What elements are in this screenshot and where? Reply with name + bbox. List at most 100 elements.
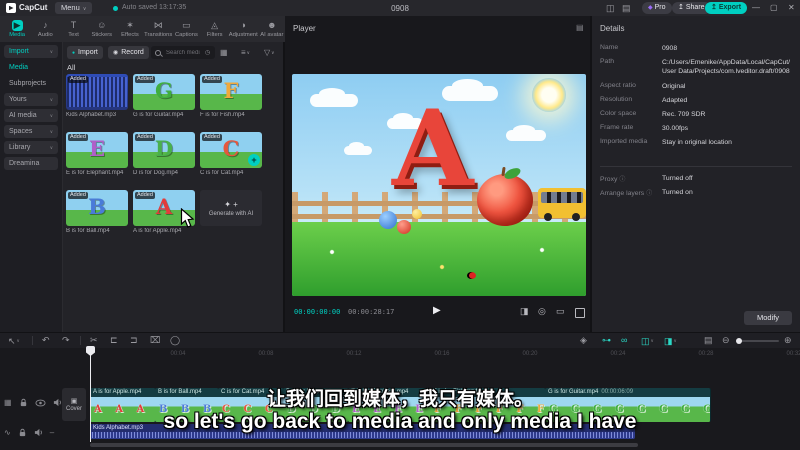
chevron-down-icon: ∨ xyxy=(49,48,53,54)
menu-button[interactable]: Menu ∨ xyxy=(55,2,93,14)
detail-label: Name xyxy=(600,44,619,51)
auto-ripple-icon[interactable]: ◨∨ xyxy=(664,335,677,347)
import-button[interactable]: ● Import xyxy=(67,46,103,59)
panel-layout-icon[interactable]: ▤ xyxy=(622,3,631,13)
tab-ai-avatar[interactable]: ☻ AI avatar xyxy=(258,16,286,42)
sidebar-item-spaces[interactable]: Spaces ∨ xyxy=(4,125,58,138)
slider-knob[interactable] xyxy=(736,338,742,344)
play-button[interactable]: ▶ xyxy=(433,305,441,316)
autosave-status: Auto saved 13:17:35 xyxy=(122,4,187,11)
media-item-name: F is for Fish.mp4 xyxy=(200,112,245,118)
detail-value: Turned on xyxy=(662,189,693,197)
record-button[interactable]: ◉ Record xyxy=(108,46,149,59)
red-ball xyxy=(397,220,411,234)
search-options-icon[interactable]: ◷ xyxy=(205,49,210,56)
subtitle-english: so let's go back to media and only media… xyxy=(163,410,637,433)
minimize-icon[interactable]: — xyxy=(752,3,760,12)
cloud xyxy=(506,125,546,141)
media-item-c-is-for-cat-mp4[interactable]: C Added + C is for Cat.mp4 xyxy=(200,132,262,176)
media-icon: ▶ xyxy=(11,20,23,31)
video-preview[interactable]: A xyxy=(292,74,586,296)
mirror-preview-icon[interactable]: ◨ xyxy=(520,306,529,317)
player-options-icon[interactable]: ▤ xyxy=(576,23,584,32)
tab-transitions[interactable]: ⋈ Transitions xyxy=(144,16,172,42)
detail-value: 0908 xyxy=(662,45,678,52)
media-item-g-is-for-guitar-mp4[interactable]: G Added G is for Guitar.mp4 xyxy=(133,74,195,118)
add-to-timeline-button[interactable]: + xyxy=(248,154,260,166)
media-item-f-is-for-fish-mp4[interactable]: F Added F is for Fish.mp4 xyxy=(200,74,262,118)
sidebar-item-dreamina[interactable]: Dreamina xyxy=(4,157,58,170)
tool-tabs-bar: ▶ Media ♪ Audio T Text ☺ Stickers ✶ Effects ⋈ Trans… xyxy=(0,16,289,42)
tab-effects[interactable]: ✶ Effects xyxy=(116,16,144,42)
undo-icon[interactable]: ↶ xyxy=(42,335,50,346)
sidebar-item-import[interactable]: Import ∨ xyxy=(4,45,58,58)
detail-value: Original xyxy=(662,82,686,90)
ratio-icon[interactable]: ▭ xyxy=(556,306,565,317)
filter-icon[interactable]: ▽∨ xyxy=(264,48,274,57)
voiceover-icon[interactable]: ◈ xyxy=(580,335,587,346)
tab-text[interactable]: T Text xyxy=(59,16,87,42)
chevron-down-icon: ∨ xyxy=(16,338,20,343)
delete-icon[interactable]: ⌧ xyxy=(150,335,160,346)
detail-label: Proxy ⓘ xyxy=(600,176,626,183)
video-thumbnail: B Added xyxy=(66,190,128,226)
snapshot-icon[interactable]: ◎ xyxy=(538,306,546,317)
tab-media[interactable]: ▶ Media xyxy=(3,16,31,42)
chevron-down-icon: ∨ xyxy=(271,50,275,55)
tab-captions[interactable]: ▭ Captions xyxy=(172,16,200,42)
cover-view-icon[interactable]: ▤ xyxy=(704,335,713,346)
text-icon: T xyxy=(70,20,77,30)
zoom-in-icon[interactable]: ⊕ xyxy=(784,335,792,346)
audio-icon: ♪ xyxy=(43,20,48,30)
media-item-e-is-for-elephant-mp4[interactable]: E Added E is for Elephant.mp4 xyxy=(66,132,128,176)
generate-with-ai-card[interactable]: ✦ + Generate with AI xyxy=(200,190,262,226)
generate-label: Generate with AI xyxy=(208,210,254,217)
close-icon[interactable]: ✕ xyxy=(788,3,795,12)
media-item-kids-alphabet-mp3[interactable]: Added Kids Alphabet.mp3 xyxy=(66,74,128,118)
layout-toggle-icon[interactable]: ◫ xyxy=(606,3,615,13)
ruler-tick: 00:12 xyxy=(346,351,362,357)
sidebar-item-ai-media[interactable]: AI media ∨ xyxy=(4,109,58,122)
added-badge: Added xyxy=(135,192,155,199)
cloud xyxy=(344,141,372,155)
sidebar-item-media[interactable]: Media xyxy=(4,61,58,74)
sparkle-plus-icon: ✦ + xyxy=(224,199,238,209)
grid-view-icon[interactable]: ▦ xyxy=(220,48,228,57)
search-box[interactable]: ◷ xyxy=(151,46,215,59)
timeline-zoom-slider[interactable] xyxy=(736,338,779,344)
sidebar-item-library[interactable]: Library ∨ xyxy=(4,141,58,154)
tab-adjustment[interactable]: ◑ Adjustment xyxy=(229,16,258,42)
preview-axis-icon[interactable]: ◫∨ xyxy=(641,335,654,347)
media-item-d-is-for-dog-mp4[interactable]: D Added D is for Dog.mp4 xyxy=(133,132,195,176)
pro-button[interactable]: ◆ Pro xyxy=(642,2,672,14)
magnetic-snap-icon[interactable]: ⊶ xyxy=(602,335,611,346)
search-input[interactable] xyxy=(164,48,202,57)
detail-row: Arrange layers ⓘ Turned on xyxy=(600,188,794,197)
tab-audio[interactable]: ♪ Audio xyxy=(31,16,59,42)
detail-row: Imported media Stay in original location xyxy=(600,138,794,147)
zoom-out-icon[interactable]: ⊖ xyxy=(722,335,730,346)
media-item-b-is-for-ball-mp4[interactable]: B Added B is for Ball.mp4 xyxy=(66,190,128,234)
horizontal-scrollbar[interactable] xyxy=(90,443,638,447)
export-button[interactable]: ↥ Export xyxy=(705,2,748,14)
chevron-down-icon: ∨ xyxy=(673,338,677,343)
chevron-down-icon: ∨ xyxy=(246,50,250,55)
link-clips-icon[interactable]: ∞ xyxy=(621,335,627,346)
blue-ball xyxy=(379,211,397,229)
sidebar-item-label: Library xyxy=(9,144,31,151)
maximize-icon[interactable]: ▢ xyxy=(770,3,778,12)
sidebar-item-yours[interactable]: Yours ∨ xyxy=(4,93,58,106)
sidebar-item-subprojects[interactable]: Subprojects xyxy=(4,77,58,90)
trim-right-icon[interactable]: ⊐ xyxy=(130,335,138,346)
tab-stickers[interactable]: ☺ Stickers xyxy=(88,16,116,42)
detail-value: 30.00fps xyxy=(662,125,689,133)
trim-left-icon[interactable]: ⊏ xyxy=(110,335,118,346)
mask-icon[interactable]: ◯ xyxy=(170,335,180,346)
fullscreen-icon[interactable] xyxy=(575,308,585,318)
select-tool-icon[interactable]: ↖∨ xyxy=(8,335,20,347)
tab-filters[interactable]: ◬ Filters xyxy=(201,16,229,42)
modify-button[interactable]: Modify xyxy=(744,311,792,325)
sort-icon[interactable]: ≡∨ xyxy=(241,48,250,57)
redo-icon[interactable]: ↷ xyxy=(62,335,70,346)
split-icon[interactable]: ✂ xyxy=(90,335,98,346)
